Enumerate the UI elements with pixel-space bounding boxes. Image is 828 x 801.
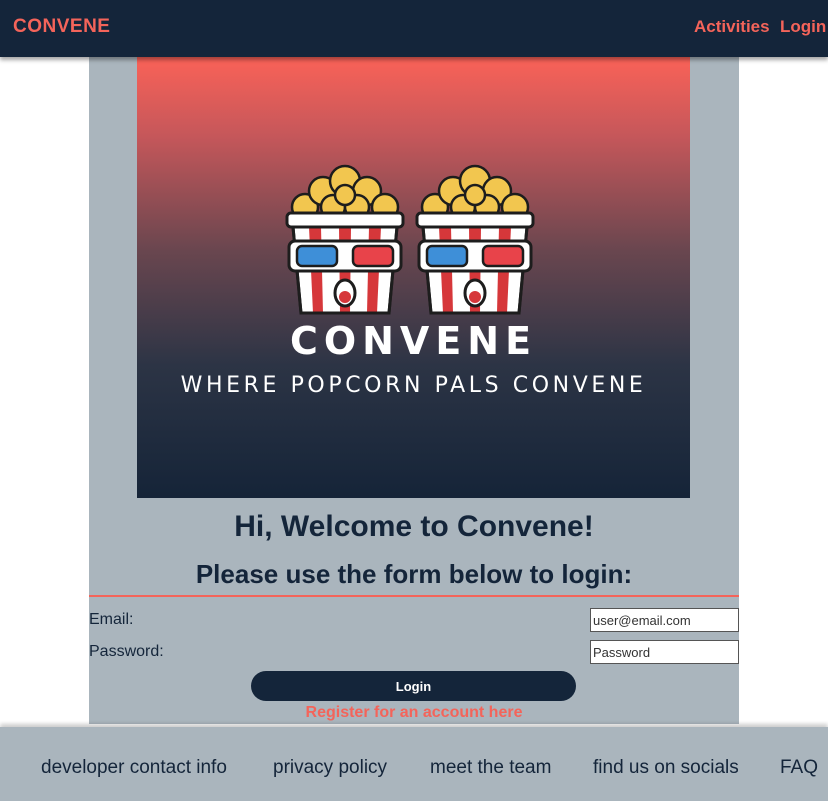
logo-title: CONVENE [289, 319, 538, 363]
divider [89, 595, 739, 597]
login-panel: CONVENE WHERE POPCORN PALS CONVENE Hi, W… [89, 57, 739, 724]
footer: developer contact info privacy policy me… [0, 727, 828, 801]
password-field[interactable] [590, 640, 739, 664]
footer-developer-contact-link[interactable]: developer contact info [41, 757, 227, 779]
footer-faq-link[interactable]: FAQ [780, 757, 818, 779]
register-link[interactable]: Register for an account here [89, 704, 739, 722]
email-field[interactable] [590, 608, 739, 632]
hero-banner: CONVENE WHERE POPCORN PALS CONVENE [137, 57, 690, 498]
popcorn-bucket-3d-glasses-icon [285, 164, 405, 315]
footer-socials-link[interactable]: find us on socials [593, 757, 739, 779]
logo-tagline: WHERE POPCORN PALS CONVENE [180, 373, 647, 398]
nav-login-link[interactable]: Login [780, 17, 826, 37]
footer-privacy-policy-link[interactable]: privacy policy [273, 757, 387, 779]
brand-logo[interactable]: CONVENE [13, 16, 110, 38]
password-label: Password: [89, 643, 164, 660]
login-instructions: Please use the form below to login: [195, 559, 633, 589]
popcorn-bucket-3d-glasses-icon [415, 164, 535, 315]
footer-meet-the-team-link[interactable]: meet the team [430, 757, 551, 779]
email-label: Email: [89, 611, 134, 628]
login-button[interactable]: Login [251, 671, 576, 701]
welcome-heading: Hi, Welcome to Convene! [234, 510, 594, 543]
nav-activities-link[interactable]: Activities [694, 17, 770, 37]
top-navbar: CONVENE Activities Login [0, 0, 828, 57]
